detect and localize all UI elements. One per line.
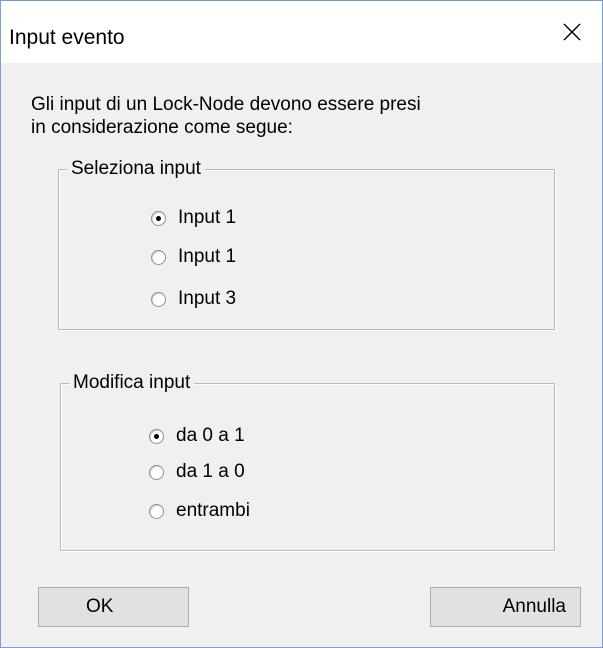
radio-button-icon[interactable] xyxy=(151,210,166,226)
radio-label: entrambi xyxy=(176,500,250,521)
radio-label: da 0 a 1 xyxy=(176,425,245,446)
radio-selected-dot xyxy=(154,433,159,439)
radio-label: da 1 a 0 xyxy=(176,461,245,482)
radio-button-icon[interactable] xyxy=(149,428,164,444)
radio-label: Input 1 xyxy=(178,246,237,267)
window-title: Input evento xyxy=(9,26,125,49)
description-line-2: in considerazione come segue: xyxy=(31,117,293,138)
close-button[interactable] xyxy=(542,1,602,63)
radio-input-1-second[interactable]: Input 1 xyxy=(151,245,236,269)
radio-label: Input 3 xyxy=(178,288,237,309)
radio-button-icon[interactable] xyxy=(149,464,164,480)
radio-input-3[interactable]: Input 3 xyxy=(151,287,236,311)
radio-both[interactable]: entrambi xyxy=(149,499,250,523)
radio-1-to-0[interactable]: da 1 a 0 xyxy=(149,460,245,484)
radio-0-to-1[interactable]: da 0 a 1 xyxy=(149,424,245,448)
select-input-group: Seleziona input Input 1 Input 1 Input 3 xyxy=(58,157,555,330)
radio-button-icon[interactable] xyxy=(151,291,166,307)
close-icon xyxy=(563,23,581,41)
radio-label: Input 1 xyxy=(178,207,237,228)
cancel-button[interactable]: Annulla xyxy=(430,587,581,627)
radio-button-icon[interactable] xyxy=(151,249,166,265)
modify-input-legend: Modifica input xyxy=(69,371,195,395)
radio-selected-dot xyxy=(156,215,161,221)
modify-input-group: Modifica input da 0 a 1 da 1 a 0 entramb… xyxy=(60,371,555,551)
radio-button-icon[interactable] xyxy=(149,503,164,519)
title-bar: Input evento xyxy=(1,1,602,63)
description-line-1: Gli input di un Lock-Node devono essere … xyxy=(31,94,421,115)
dialog-window: Input evento Gli input di un Lock-Node d… xyxy=(0,0,603,648)
radio-input-1[interactable]: Input 1 xyxy=(151,206,236,230)
select-input-legend: Seleziona input xyxy=(67,157,205,181)
ok-button[interactable]: OK xyxy=(38,587,189,627)
